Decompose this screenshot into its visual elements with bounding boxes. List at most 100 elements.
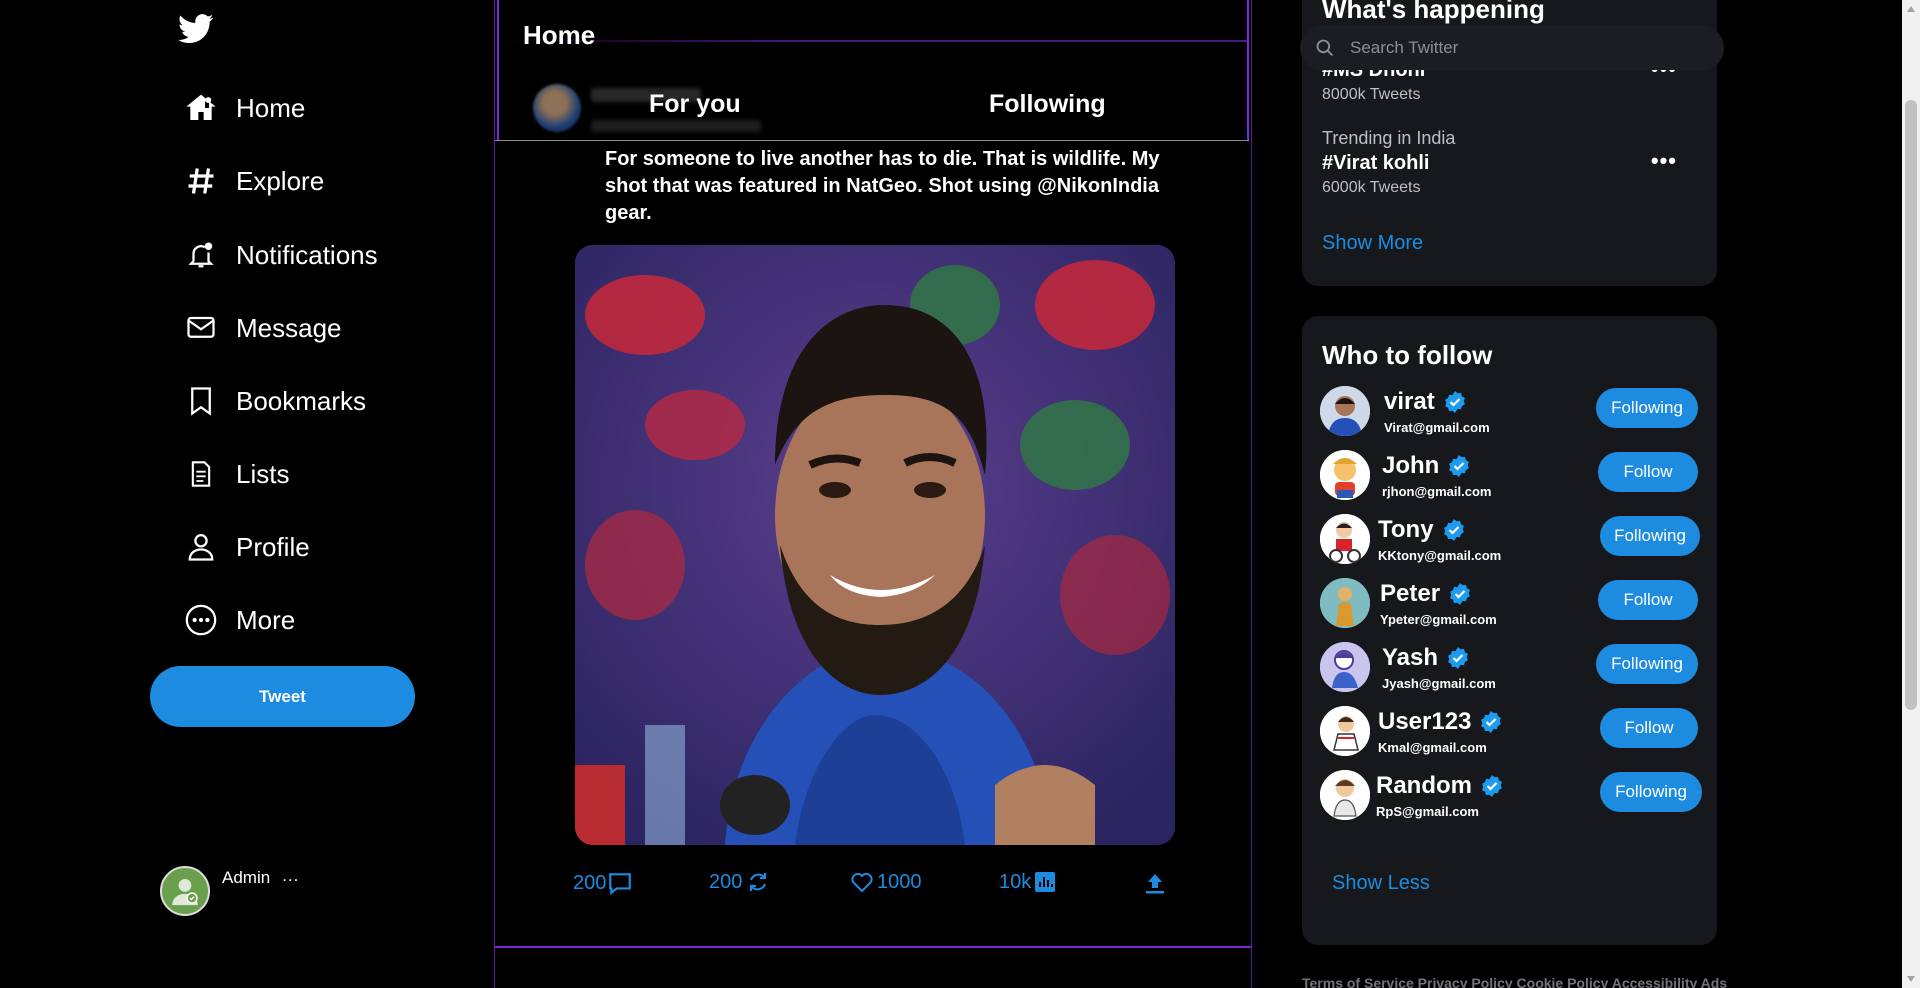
user-name: User123 xyxy=(1378,708,1503,736)
nav-more[interactable]: More xyxy=(184,598,295,642)
left-sidebar: Home Explore Notifications Message Bookm… xyxy=(0,0,494,988)
nav-notifications[interactable]: Notifications xyxy=(184,233,378,277)
user-icon xyxy=(184,530,218,564)
nav-bookmarks-label: Bookmarks xyxy=(236,385,367,416)
search-input[interactable]: Search Twitter xyxy=(1350,38,1458,58)
show-less-link[interactable]: Show Less xyxy=(1332,872,1430,895)
follow-button[interactable]: Follow xyxy=(1598,452,1698,492)
trend-category: Trending in India xyxy=(1322,128,1456,148)
user-email: RpS@gmail.com xyxy=(1376,804,1479,819)
page-title: Home xyxy=(523,20,596,50)
list-item[interactable]: Peter Ypeter@gmail.com Follow xyxy=(1320,578,1702,632)
user-name: Random xyxy=(1376,772,1504,800)
post-actions: 200 200 1000 10k xyxy=(573,870,1193,900)
trends-header: What's happening xyxy=(1322,0,1545,24)
list-item[interactable]: Random RpS@gmail.com Following xyxy=(1320,770,1702,824)
user-name: Peter xyxy=(1380,580,1472,608)
following-button[interactable]: Following xyxy=(1600,772,1702,812)
list-item[interactable]: Tony KKtony@gmail.com Following xyxy=(1320,514,1702,568)
retweet-count: 200 xyxy=(709,870,743,893)
nav-profile-label: Profile xyxy=(236,531,310,562)
search-icon xyxy=(1314,37,1336,59)
verified-badge-icon xyxy=(1481,711,1502,733)
list-icon xyxy=(184,457,218,491)
bell-icon xyxy=(184,238,218,272)
avatar xyxy=(160,866,210,916)
nav-explore[interactable]: Explore xyxy=(184,159,324,203)
user-email: Virat@gmail.com xyxy=(1384,420,1490,435)
list-item[interactable]: User123 Kmal@gmail.com Follow xyxy=(1320,706,1702,760)
verified-badge-icon xyxy=(1448,647,1468,669)
account-name: Admin xyxy=(222,868,271,887)
like-button[interactable]: 1000 xyxy=(849,870,922,894)
nav-message[interactable]: Message xyxy=(184,306,342,350)
trend-count: 6000k Tweets xyxy=(1322,179,1421,196)
more-circle-icon xyxy=(184,603,218,637)
list-item[interactable]: John rjhon@gmail.com Follow xyxy=(1320,450,1702,504)
share-button[interactable] xyxy=(1143,870,1167,896)
post-image[interactable] xyxy=(575,245,1175,845)
avatar xyxy=(1320,386,1370,436)
post-divider xyxy=(495,946,1251,948)
tweet-button[interactable]: Tweet xyxy=(150,666,415,727)
avatar xyxy=(1320,706,1370,756)
nav-more-label: More xyxy=(236,604,296,635)
user-email: KKtony@gmail.com xyxy=(1378,548,1502,563)
reply-button[interactable]: 200 xyxy=(573,870,634,896)
views-button[interactable]: 10k xyxy=(999,870,1057,894)
blurred-handle xyxy=(591,120,761,132)
nav-lists[interactable]: Lists xyxy=(184,452,289,496)
show-more-link[interactable]: Show More xyxy=(1322,232,1423,255)
who-to-follow-header: Who to follow xyxy=(1322,340,1493,370)
tab-for-you[interactable]: For you xyxy=(649,90,741,119)
user-email: rjhon@gmail.com xyxy=(1382,484,1492,499)
user-name-text: Random xyxy=(1376,772,1472,799)
views-count: 10k xyxy=(999,870,1032,893)
user-name-text: User123 xyxy=(1378,708,1472,735)
verified-badge-icon xyxy=(1444,391,1465,413)
nav-notifications-label: Notifications xyxy=(236,239,378,270)
following-button[interactable]: Following xyxy=(1596,388,1698,428)
reply-icon xyxy=(606,870,634,896)
user-name: John xyxy=(1382,452,1471,480)
avatar xyxy=(533,84,581,132)
list-item[interactable]: virat Virat@gmail.com Following xyxy=(1320,386,1702,440)
trend-more-icon[interactable]: ••• xyxy=(1651,148,1677,174)
scroll-up-icon[interactable] xyxy=(1902,0,1920,18)
nav-profile[interactable]: Profile xyxy=(184,525,310,569)
avatar xyxy=(1320,578,1370,628)
hashtag-icon xyxy=(184,164,218,198)
upload-icon xyxy=(1143,870,1167,896)
user-name-text: Peter xyxy=(1380,580,1441,607)
trend-item[interactable]: Trending in India #Virat kohli 6000k Twe… xyxy=(1322,128,1455,197)
nav-explore-label: Explore xyxy=(236,165,325,196)
twitter-bird-icon[interactable] xyxy=(178,14,214,44)
retweet-button[interactable]: 200 xyxy=(709,870,770,894)
following-button[interactable]: Following xyxy=(1600,516,1700,556)
nav-bookmarks[interactable]: Bookmarks xyxy=(184,379,366,423)
scrollbar-thumb[interactable] xyxy=(1905,100,1917,710)
user-name-text: John xyxy=(1382,452,1440,479)
follow-button[interactable]: Follow xyxy=(1600,708,1698,748)
nav-home[interactable]: Home xyxy=(184,86,305,130)
scroll-down-icon[interactable] xyxy=(1902,970,1920,988)
home-icon xyxy=(184,91,218,125)
avatar xyxy=(1320,450,1370,500)
footer-links[interactable]: Terms of Service Privacy Policy Cookie P… xyxy=(1302,975,1727,988)
account-switcher[interactable]: Admin ... xyxy=(160,866,299,916)
account-menu-icon[interactable]: ... xyxy=(282,866,299,886)
verified-badge-icon xyxy=(1443,519,1464,541)
list-item[interactable]: Yash Jyash@gmail.com Following xyxy=(1320,642,1702,696)
verified-badge-icon xyxy=(1482,775,1502,797)
trend-count: 8000k Tweets xyxy=(1322,86,1421,103)
follow-button[interactable]: Follow xyxy=(1598,580,1698,620)
following-button[interactable]: Following xyxy=(1596,644,1698,684)
user-name: Yash xyxy=(1382,644,1470,672)
user-email: Kmal@gmail.com xyxy=(1378,740,1487,755)
user-email: Ypeter@gmail.com xyxy=(1380,612,1497,627)
search-bar[interactable]: Search Twitter xyxy=(1300,26,1724,70)
refresh-icon xyxy=(746,870,770,894)
tab-following[interactable]: Following xyxy=(989,90,1106,119)
user-email: Jyash@gmail.com xyxy=(1382,676,1496,691)
like-count: 1000 xyxy=(877,870,922,893)
